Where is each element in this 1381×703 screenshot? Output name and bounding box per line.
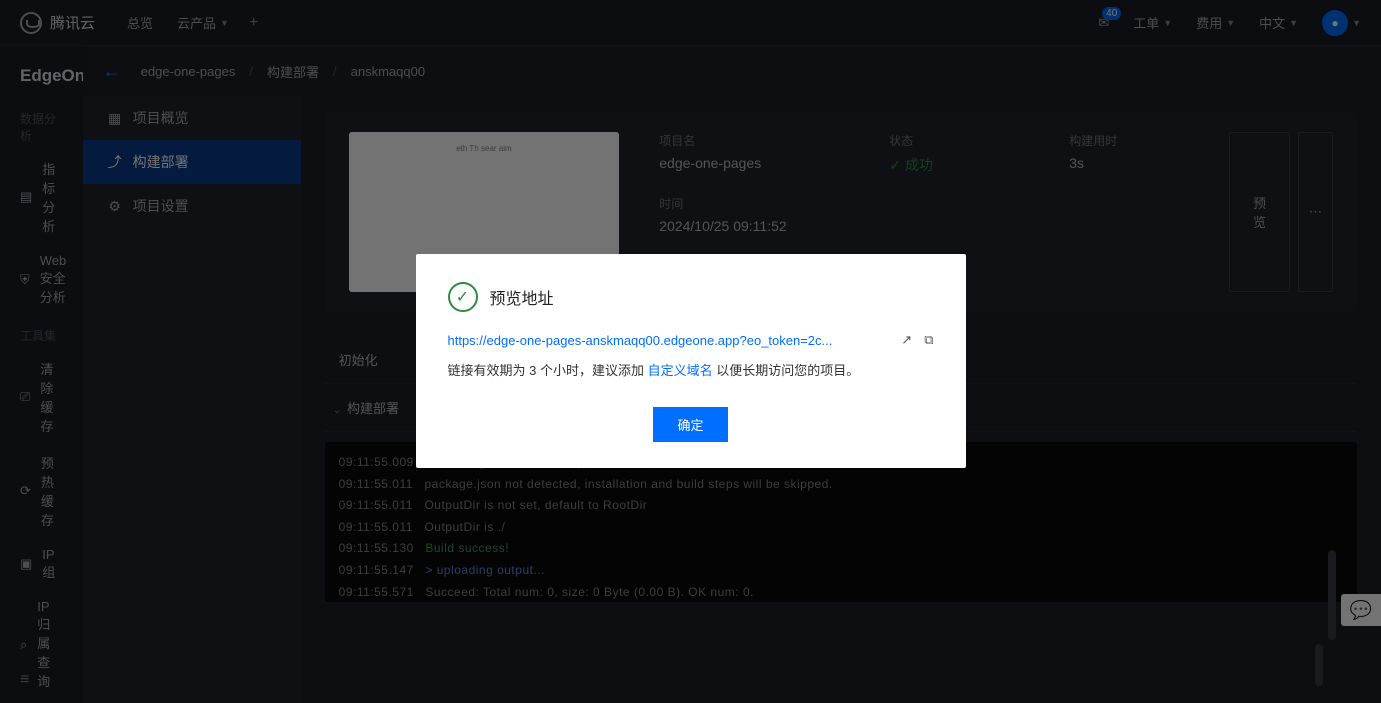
- preview-url-modal: ✓ 预览地址 https://edge-one-pages-anskmaqq00…: [416, 254, 966, 468]
- confirm-button[interactable]: 确定: [653, 407, 727, 442]
- open-external-icon[interactable]: ↗: [901, 332, 912, 348]
- success-check-icon: ✓: [448, 282, 478, 312]
- modal-description: 链接有效期为 3 个小时，建议添加 自定义域名 以便长期访问您的项目。: [448, 360, 934, 379]
- preview-url-link[interactable]: https://edge-one-pages-anskmaqq00.edgeon…: [448, 333, 890, 348]
- modal-title: 预览地址: [490, 285, 554, 309]
- modal-overlay[interactable]: ✓ 预览地址 https://edge-one-pages-anskmaqq00…: [0, 0, 1381, 703]
- custom-domain-link[interactable]: 自定义域名: [648, 363, 713, 378]
- copy-icon[interactable]: ⧉: [924, 332, 933, 348]
